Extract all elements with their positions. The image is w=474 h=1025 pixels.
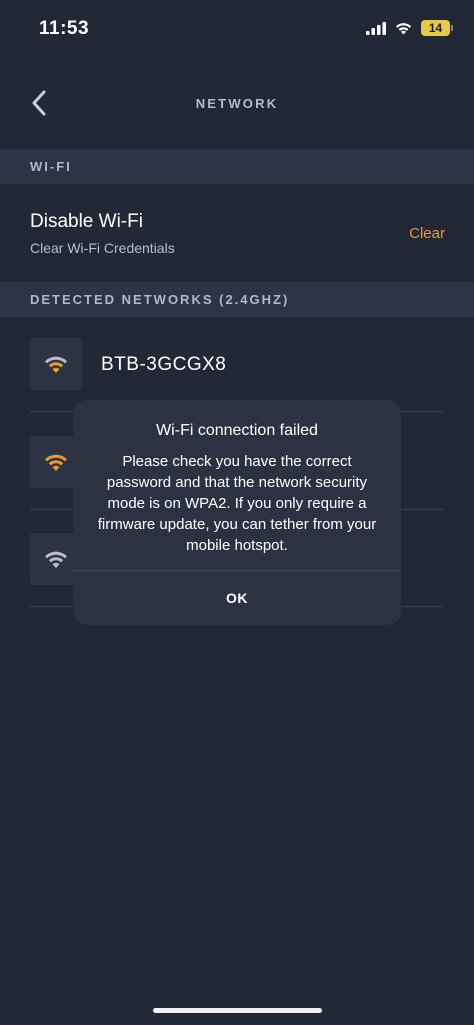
network-name: BTB-3GCGX8 (101, 354, 227, 375)
detected-networks-label: DETECTED NETWORKS (2.4GHZ) (30, 292, 290, 307)
ok-button[interactable]: OK (73, 571, 401, 625)
clear-button[interactable]: Clear (409, 225, 445, 242)
detected-networks-header: DETECTED NETWORKS (2.4GHZ) (0, 282, 474, 317)
wifi-section-label: WI-FI (30, 159, 72, 174)
home-indicator[interactable] (153, 1008, 322, 1013)
wifi-signal-icon (30, 338, 82, 390)
navigation-header: NETWORK (0, 70, 474, 136)
battery-icon: 14 (421, 20, 453, 36)
disable-wifi-title: Disable Wi-Fi (30, 211, 143, 232)
wifi-section-header: WI-FI (0, 149, 474, 184)
clear-credentials-subtitle: Clear Wi-Fi Credentials (30, 240, 175, 256)
wifi-status-icon (395, 23, 412, 35)
status-icons: 14 (366, 20, 453, 36)
page-title: NETWORK (195, 96, 279, 111)
disable-wifi-row[interactable]: Disable Wi-Fi Clear Wi-Fi Credentials Cl… (0, 184, 474, 282)
status-bar: 11:53 14 (0, 0, 474, 60)
dialog-message: Please check you have the correct passwo… (97, 453, 377, 554)
status-time: 11:53 (39, 18, 90, 39)
cellular-signal-icon (366, 21, 386, 35)
dialog-title: Wi-Fi connection failed (156, 422, 318, 439)
connection-failed-dialog: Wi-Fi connection failed Please check you… (73, 400, 401, 625)
battery-level: 14 (428, 21, 443, 35)
